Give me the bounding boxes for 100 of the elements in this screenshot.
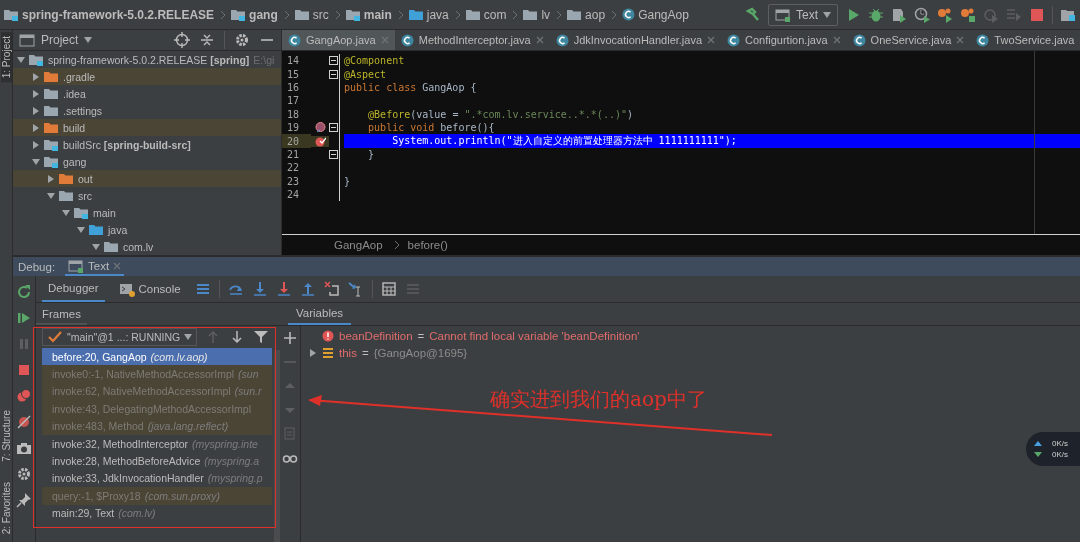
tree-item[interactable]: gang <box>63 155 87 168</box>
stack-frame[interactable]: main:29, Text (com.lv) <box>42 504 272 522</box>
tool-window-button[interactable]: 7: Structure <box>0 406 12 466</box>
settings-icon[interactable] <box>16 466 32 482</box>
dropdown-caret-icon[interactable] <box>823 10 831 19</box>
stop-icon[interactable] <box>1029 6 1045 23</box>
panel-title[interactable]: Variables <box>288 303 352 325</box>
chevron-icon <box>512 9 519 20</box>
breadcrumb-item[interactable]: com <box>465 7 519 22</box>
filter-icon[interactable] <box>253 329 270 345</box>
tree-item[interactable]: out <box>78 172 93 185</box>
variable-operator: = <box>361 347 369 359</box>
breadcrumb-item[interactable]: gang <box>231 7 290 22</box>
fold-icon[interactable] <box>329 123 338 133</box>
breadcrumb-item[interactable]: spring-framework-5.0.2.RELEASE <box>4 7 227 22</box>
expand-arrow-icon[interactable] <box>309 349 317 357</box>
folder-icon <box>294 8 310 21</box>
hammer-icon[interactable] <box>745 6 761 23</box>
tree-item[interactable]: spring-framework-5.0.2.RELEASE [spring] <box>48 53 250 66</box>
method-breakpoint-icon[interactable] <box>314 122 326 134</box>
thread-dropdown[interactable]: "main"@1 ...: RUNNING <box>42 328 198 346</box>
editor-tab[interactable]: GangAop.java <box>282 30 395 50</box>
step-into-icon[interactable] <box>251 281 268 297</box>
panel-title[interactable]: Project <box>41 33 79 47</box>
breadcrumb-item[interactable]: java <box>408 7 461 22</box>
camera-icon[interactable] <box>16 440 32 456</box>
run-configuration-dropdown[interactable]: Text <box>768 3 838 26</box>
resume-icon[interactable] <box>16 310 32 326</box>
variable-name: this <box>339 347 357 359</box>
editor-tab[interactable]: MethodInterceptor.java <box>394 30 550 50</box>
breadcrumb-item[interactable]: lv <box>523 7 563 22</box>
collapse-all-icon[interactable] <box>199 32 215 48</box>
tree-item[interactable]: src <box>78 189 92 202</box>
stop-icon[interactable] <box>16 362 32 378</box>
attach-icon[interactable] <box>937 6 953 23</box>
editor-tab[interactable]: Configurtion.java <box>721 30 847 50</box>
tree-item[interactable]: buildSrc [spring-build-src] <box>63 138 191 151</box>
tree-item[interactable]: .settings <box>63 104 103 117</box>
drop-frame-icon[interactable] <box>323 281 340 297</box>
close-icon[interactable] <box>956 36 965 44</box>
step-out-icon[interactable] <box>299 281 316 297</box>
dropdown-caret-icon[interactable] <box>84 36 93 44</box>
mute-breakpoints-icon[interactable] <box>16 414 32 430</box>
add-icon[interactable] <box>282 330 298 346</box>
upload-speed: 0K/s <box>1052 439 1068 448</box>
settings-icon[interactable] <box>234 32 250 48</box>
breakpoints-icon[interactable] <box>16 388 32 404</box>
close-icon[interactable] <box>707 36 716 44</box>
breadcrumb-item[interactable]: before() <box>407 239 448 251</box>
editor-tab[interactable]: OneService.java <box>846 30 971 50</box>
debug-tab[interactable]: Console <box>112 276 187 302</box>
attach-icon[interactable] <box>960 6 976 23</box>
calculator-icon[interactable] <box>380 281 397 297</box>
tree-item[interactable]: main <box>93 206 116 219</box>
profiler-icon[interactable] <box>914 6 930 23</box>
panel-title[interactable]: Frames <box>36 308 87 325</box>
tool-window-button[interactable]: 1: Project <box>0 32 12 83</box>
breadcrumb-item[interactable]: GangAop <box>334 239 383 251</box>
editor-tab[interactable]: JdkInvocationHandler.java <box>549 30 722 50</box>
pin-icon[interactable] <box>16 492 32 508</box>
stack-frame[interactable]: before:20, GangAop (com.lv.aop) <box>42 348 272 366</box>
upload-arrow-icon <box>1034 441 1042 446</box>
line-number: 20 <box>282 134 311 148</box>
download-arrow-icon <box>1034 452 1042 457</box>
breadcrumb-item[interactable]: aop <box>567 7 618 22</box>
close-icon[interactable] <box>832 36 841 44</box>
debug-tab[interactable]: Debugger <box>42 276 105 302</box>
breadcrumb-item[interactable]: main <box>345 7 404 22</box>
stack-frame[interactable]: invoke:33, JdkInvocationHandler (myspring.p <box>42 469 272 488</box>
tree-item[interactable]: .gradle <box>63 70 96 83</box>
window-icon <box>68 257 85 274</box>
dropdown-caret-icon[interactable] <box>184 333 193 341</box>
fold-icon[interactable] <box>329 56 338 66</box>
chevron-icon <box>220 9 227 20</box>
tree-item[interactable]: build <box>63 121 86 134</box>
close-icon[interactable] <box>535 36 544 44</box>
locate-icon[interactable] <box>174 32 190 48</box>
variable-operator: = <box>417 330 425 342</box>
fold-icon[interactable] <box>329 69 338 79</box>
stack-frame[interactable]: invoke:28, MethodBeforeAdvice (myspring.a <box>42 452 272 470</box>
package-folder-icon <box>104 240 119 253</box>
tree-item[interactable]: java <box>108 223 128 236</box>
coverage-icon[interactable] <box>891 6 907 23</box>
breadcrumb-item[interactable]: src <box>294 7 341 22</box>
tree-item[interactable]: .idea <box>63 87 86 100</box>
rerun-icon[interactable] <box>16 284 32 300</box>
bug-icon[interactable] <box>868 6 884 23</box>
menu-icon[interactable] <box>194 281 211 297</box>
force-step-into-icon[interactable] <box>275 281 292 297</box>
tree-item[interactable]: com.lv <box>123 240 154 253</box>
fold-icon[interactable] <box>329 149 338 159</box>
editor-tab[interactable]: TwoService.java <box>970 30 1080 50</box>
scrollbar[interactable] <box>274 350 280 542</box>
breakpoint-icon[interactable] <box>314 135 326 147</box>
download-speed: 0K/s <box>1052 450 1068 459</box>
breadcrumb-item[interactable]: GangAop <box>622 7 689 22</box>
module-folder-icon <box>44 155 59 168</box>
session-tab[interactable]: Text <box>65 257 125 276</box>
tool-window-button[interactable]: 2: Favorites <box>0 477 12 538</box>
stack-frame[interactable]: invoke:32, MethodInterceptor (myspring.inte <box>42 434 272 453</box>
